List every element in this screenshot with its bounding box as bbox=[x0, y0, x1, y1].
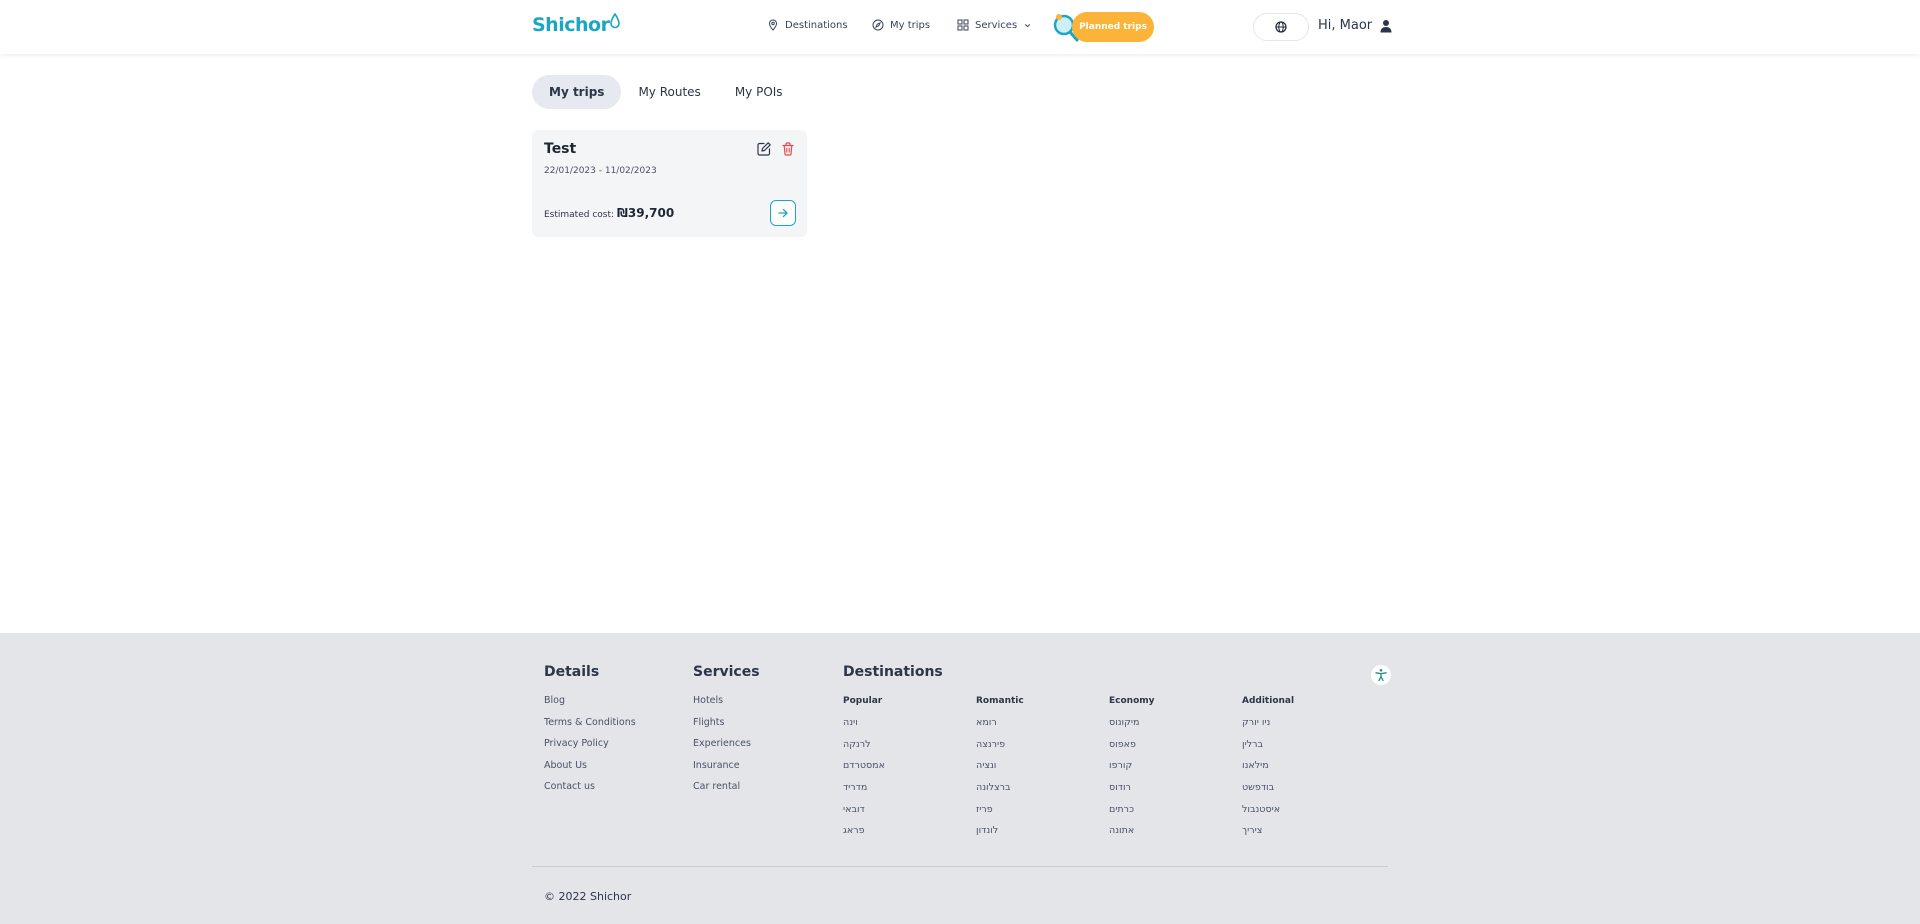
globe-icon bbox=[1275, 21, 1287, 33]
destination-link[interactable]: דובאי bbox=[843, 804, 885, 826]
user-icon bbox=[1380, 19, 1392, 32]
destinations-popular-title: Popular bbox=[843, 696, 883, 706]
accessibility-icon bbox=[1375, 669, 1387, 682]
destination-link[interactable]: אתונה bbox=[1109, 825, 1155, 847]
trip-card: Test 22/01/2023 - 11/02/2023 Estimated c… bbox=[532, 130, 807, 237]
droplet-icon bbox=[610, 13, 621, 29]
destinations-romantic-title: Romantic bbox=[976, 696, 1024, 706]
destination-link[interactable]: מדריד bbox=[843, 782, 885, 804]
trip-title: Test bbox=[544, 141, 577, 157]
edit-trip-button[interactable] bbox=[756, 141, 772, 157]
footer-details-links: Blog Terms & Conditions Privacy Policy A… bbox=[544, 695, 636, 803]
logo-text: Shichor bbox=[532, 14, 610, 36]
nav-destinations[interactable]: Destinations bbox=[767, 19, 848, 31]
destination-link[interactable]: ונציה bbox=[976, 760, 1024, 782]
destinations-economy-title: Economy bbox=[1109, 696, 1155, 706]
copyright: © 2022 Shichor bbox=[544, 890, 632, 903]
footer-link-car-rental[interactable]: Car rental bbox=[693, 781, 751, 803]
trip-dates: 22/01/2023 - 11/02/2023 bbox=[544, 166, 657, 176]
compass-icon bbox=[872, 19, 884, 31]
grid-icon bbox=[957, 19, 969, 31]
destination-link[interactable]: ניו יורק bbox=[1242, 717, 1294, 739]
footer-divider bbox=[532, 866, 1388, 867]
destinations-romantic: Romantic רומא פירנצה ונציה ברצלונה פריז … bbox=[976, 696, 1024, 847]
logo[interactable]: Shichor bbox=[532, 13, 621, 36]
destination-link[interactable]: ציריך bbox=[1242, 825, 1294, 847]
destination-link[interactable]: אמסטרדם bbox=[843, 760, 885, 782]
user-greeting: Hi, Maor bbox=[1318, 18, 1373, 33]
destination-link[interactable]: כרתים bbox=[1109, 804, 1155, 826]
destination-link[interactable]: פאפוס bbox=[1109, 739, 1155, 761]
trips-tabs: My trips My Routes My POIs bbox=[532, 75, 800, 109]
location-pin-icon bbox=[768, 19, 778, 31]
delete-trip-button[interactable] bbox=[780, 141, 796, 157]
cost-label: Estimated cost: bbox=[544, 210, 615, 220]
tab-my-routes[interactable]: My Routes bbox=[621, 75, 717, 109]
nav-services-label: Services bbox=[975, 19, 1018, 31]
footer-link-hotels[interactable]: Hotels bbox=[693, 695, 751, 717]
destinations-popular: Popular וינה לרנקה אמסטרדם מדריד דובאי פ… bbox=[843, 696, 885, 847]
destinations-additional: Additional ניו יורק ברלין מילאנו בודפשט … bbox=[1242, 696, 1294, 847]
footer: Details Blog Terms & Conditions Privacy … bbox=[0, 633, 1920, 924]
user-menu[interactable]: Hi, Maor bbox=[1318, 18, 1392, 33]
destinations-additional-title: Additional bbox=[1242, 696, 1295, 706]
destination-link[interactable]: רומא bbox=[976, 717, 1024, 739]
tab-my-trips[interactable]: My trips bbox=[532, 75, 622, 109]
nav-my-trips-label: My trips bbox=[890, 19, 931, 31]
destinations-economy: Economy מיקונוס פאפוס קורפו רודוס כרתים … bbox=[1109, 696, 1155, 847]
language-button[interactable] bbox=[1253, 13, 1309, 41]
footer-link-experiences[interactable]: Experiences bbox=[693, 738, 751, 760]
footer-destinations-heading: Destinations bbox=[843, 664, 943, 680]
footer-link-privacy[interactable]: Privacy Policy bbox=[544, 738, 636, 760]
footer-link-flights[interactable]: Flights bbox=[693, 717, 751, 739]
destination-link[interactable]: לרנקה bbox=[843, 739, 885, 761]
edit-icon bbox=[757, 142, 771, 156]
footer-link-blog[interactable]: Blog bbox=[544, 695, 636, 717]
footer-link-contact[interactable]: Contact us bbox=[544, 781, 636, 803]
footer-link-terms[interactable]: Terms & Conditions bbox=[544, 717, 636, 739]
destination-link[interactable]: וינה bbox=[843, 717, 885, 739]
trash-icon bbox=[782, 142, 794, 156]
destination-link[interactable]: פריז bbox=[976, 804, 1024, 826]
destination-link[interactable]: פירנצה bbox=[976, 739, 1024, 761]
tab-my-pois[interactable]: My POIs bbox=[718, 75, 800, 109]
footer-link-about[interactable]: About Us bbox=[544, 760, 636, 782]
open-trip-button[interactable] bbox=[770, 200, 796, 226]
destination-link[interactable]: ברצלונה bbox=[976, 782, 1024, 804]
arrow-right-icon bbox=[778, 208, 788, 218]
top-navbar: Shichor Destinations My trips Services P… bbox=[0, 0, 1920, 54]
trip-estimated-cost: Estimated cost: ₪39,700 bbox=[544, 206, 674, 220]
nav-my-trips[interactable]: My trips bbox=[872, 19, 930, 31]
destination-link[interactable]: מיקונוס bbox=[1109, 717, 1155, 739]
destination-link[interactable]: ברלין bbox=[1242, 739, 1294, 761]
footer-link-insurance[interactable]: Insurance bbox=[693, 760, 751, 782]
footer-details-heading: Details bbox=[544, 664, 600, 680]
destination-link[interactable]: רודוס bbox=[1109, 782, 1155, 804]
chevron-down-icon bbox=[1025, 23, 1031, 27]
destination-link[interactable]: איסטנבול bbox=[1242, 804, 1294, 826]
footer-services-links: Hotels Flights Experiences Insurance Car… bbox=[693, 695, 751, 803]
destination-link[interactable]: פראג bbox=[843, 825, 885, 847]
cost-value: ₪39,700 bbox=[617, 206, 675, 220]
planned-trips-button[interactable]: Planned trips bbox=[1072, 12, 1154, 42]
destination-link[interactable]: לונדון bbox=[976, 825, 1024, 847]
nav-services[interactable]: Services bbox=[957, 19, 1032, 31]
accessibility-button[interactable] bbox=[1371, 665, 1391, 685]
destination-link[interactable]: קורפו bbox=[1109, 760, 1155, 782]
destination-link[interactable]: מילאנו bbox=[1242, 760, 1294, 782]
footer-services-heading: Services bbox=[693, 664, 760, 680]
destination-link[interactable]: בודפשט bbox=[1242, 782, 1294, 804]
nav-destinations-label: Destinations bbox=[785, 19, 848, 31]
